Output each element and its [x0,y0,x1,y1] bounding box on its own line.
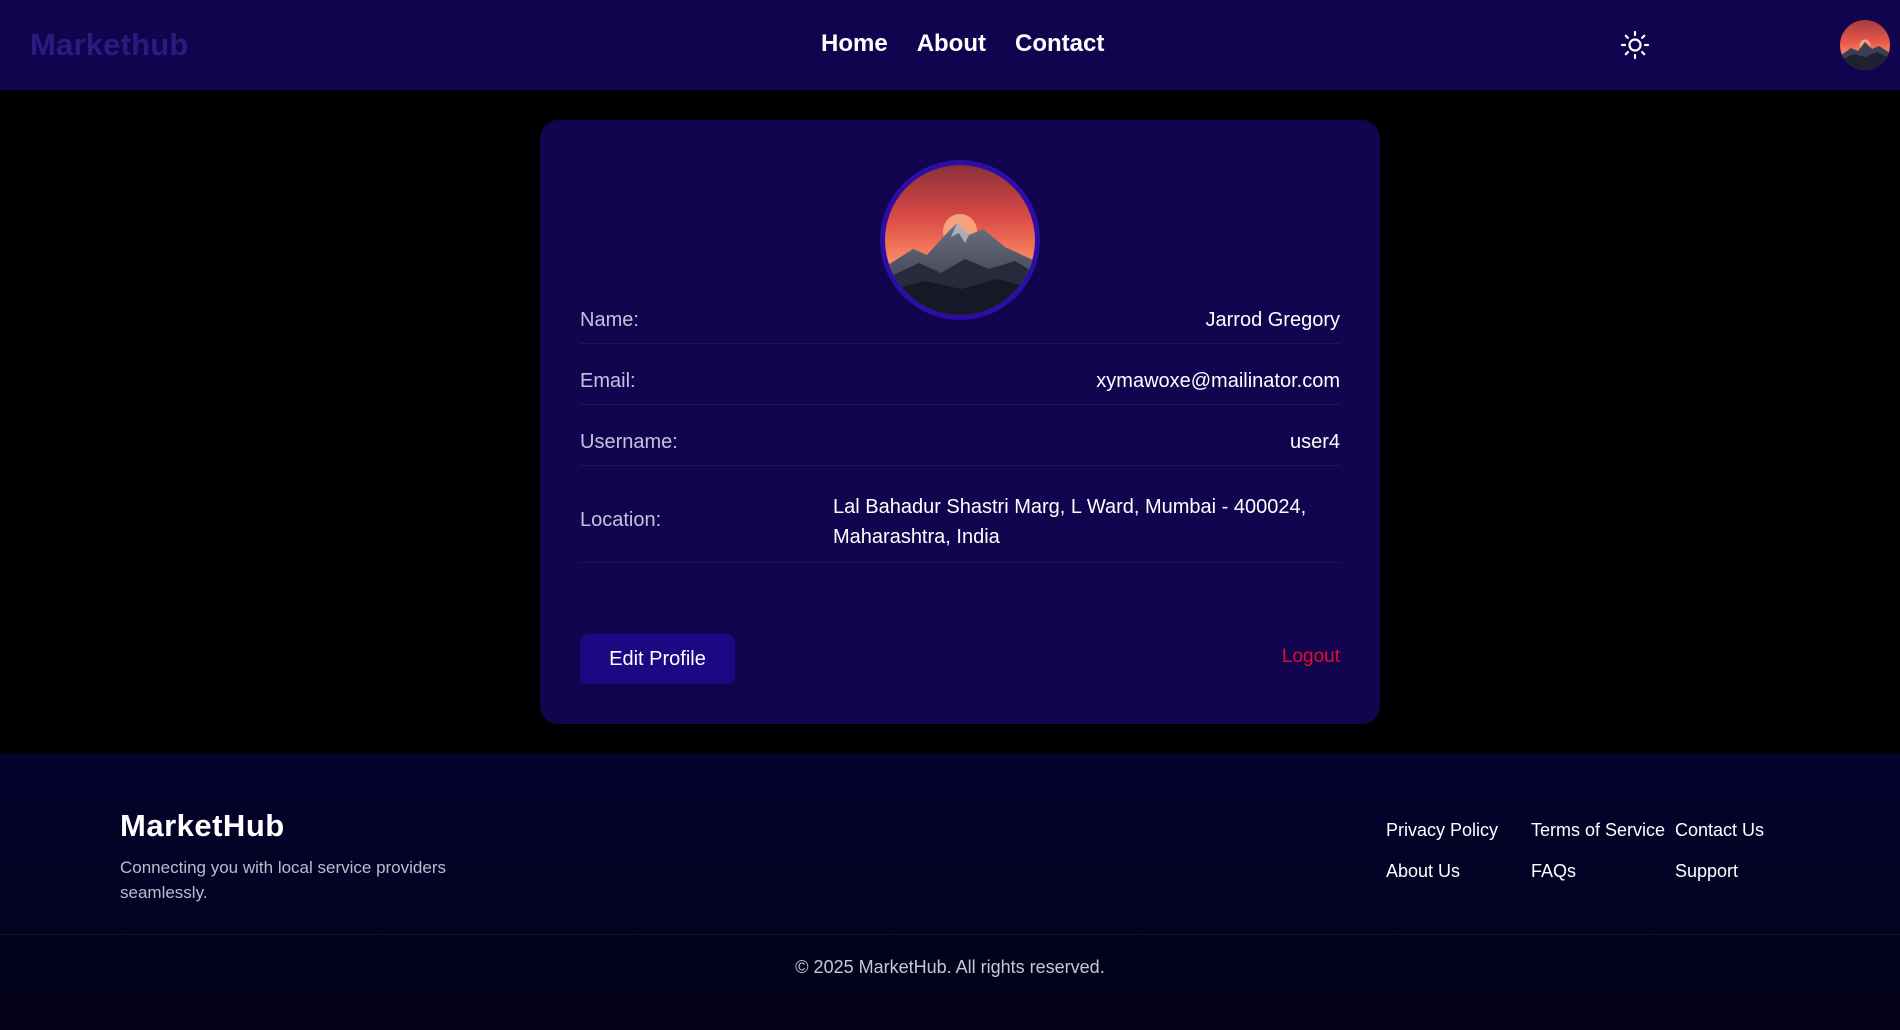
footer-link-privacy[interactable]: Privacy Policy [1386,820,1531,841]
footer-link-terms[interactable]: Terms of Service [1531,820,1675,841]
footer-brand: MarketHub [120,808,285,843]
name-label: Name: [580,308,639,331]
profile-row-username: Username: user4 [580,420,1340,466]
site-footer: MarketHub Connecting you with local serv… [0,754,1900,1030]
footer-link-support[interactable]: Support [1675,861,1775,882]
footer-link-about[interactable]: About Us [1386,861,1531,882]
footer-divider [0,934,1900,935]
copyright-text: © 2025 MarketHub. All rights reserved. [795,957,1105,977]
profile-row-email: Email: xymawoxe@mailinator.com [580,359,1340,405]
nav-link-contact[interactable]: Contact [1015,30,1104,58]
mountain-sunset-icon [885,165,1035,315]
logout-link[interactable]: Logout [1282,646,1340,668]
username-label: Username: [580,431,678,453]
email-label: Email: [580,370,636,392]
sun-icon[interactable] [1620,30,1650,60]
footer-link-contact[interactable]: Contact Us [1675,820,1775,841]
top-navbar: Markethub Home About Contact [0,0,1900,90]
email-value: xymawoxe@mailinator.com [1096,370,1340,392]
brand-logo[interactable]: Markethub [30,27,189,63]
profile-row-name: Name: Jarrod Gregory [580,297,1340,344]
footer-links: Privacy Policy Terms of Service Contact … [1386,820,1775,882]
profile-row-location: Location: Lal Bahadur Shastri Marg, L Wa… [580,478,1340,563]
nav-link-about[interactable]: About [917,30,986,58]
profile-avatar [880,160,1040,320]
username-value: user4 [1289,431,1340,453]
location-value: Lal Bahadur Shastri Marg, L Ward, Mumbai… [833,496,1307,548]
footer-link-faqs[interactable]: FAQs [1531,861,1675,882]
user-avatar[interactable] [1840,20,1890,70]
main-nav: Home About Contact [821,30,1104,58]
footer-tagline: Connecting you with local service provid… [120,858,446,902]
profile-card: Name: Jarrod Gregory Email: xymawoxe@mai… [540,120,1380,724]
nav-link-home[interactable]: Home [821,30,888,58]
edit-profile-button[interactable]: Edit Profile [580,634,735,684]
location-label: Location: [580,508,662,531]
name-value: Jarrod Gregory [1205,308,1341,331]
profile-actions: Edit Profile Logout [580,634,1340,684]
